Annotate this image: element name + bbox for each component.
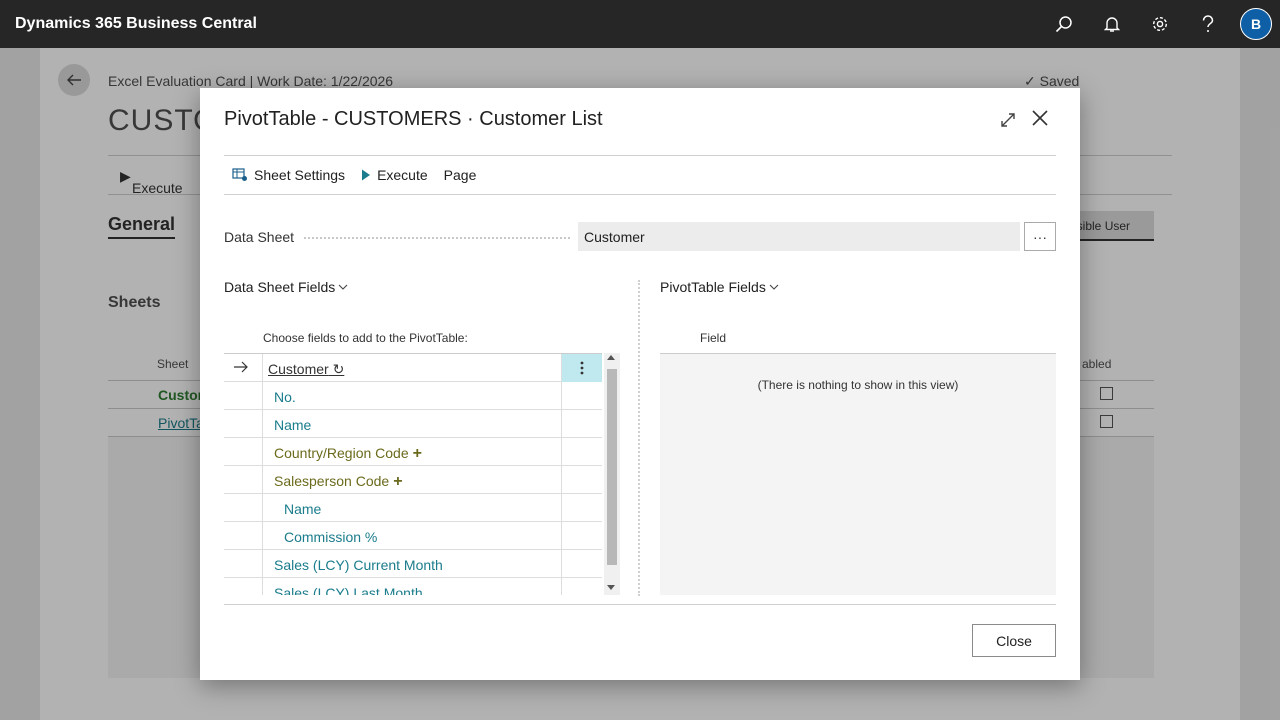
sheet-settings-icon — [232, 168, 247, 181]
arrow-right-icon — [234, 361, 248, 373]
row-selector[interactable] — [224, 494, 263, 522]
settings-button[interactable] — [1136, 0, 1184, 48]
dialog-action-bar: Sheet Settings Execute Page — [224, 155, 1056, 195]
gear-icon — [1152, 16, 1168, 32]
dialog-footer-divider — [224, 604, 1056, 605]
field-label[interactable]: Sales (LCY) Last Month — [274, 585, 423, 595]
help-icon — [1202, 15, 1214, 32]
scroll-down-icon[interactable] — [607, 585, 615, 590]
choose-fields-hint: Choose fields to add to the PivotTable: — [263, 331, 468, 345]
empty-view-message: (There is nothing to show in this view) — [757, 378, 959, 392]
row-menu-cell — [561, 466, 602, 494]
field-label[interactable]: Salesperson Code + — [274, 473, 403, 491]
row-menu-cell — [561, 550, 602, 578]
field-label-text: No. — [274, 389, 296, 405]
table-name-link[interactable]: Customer ↻ — [268, 361, 344, 378]
sheet-settings-action[interactable]: Sheet Settings — [224, 156, 353, 194]
scroll-thumb[interactable] — [607, 369, 617, 565]
field-label-text: Salesperson Code — [274, 473, 390, 489]
field-row[interactable]: Country/Region Code + — [224, 438, 602, 466]
more-vertical-icon — [580, 361, 584, 375]
field-label[interactable]: No. — [274, 389, 296, 405]
table-header-row[interactable]: Customer ↻ — [224, 354, 602, 382]
row-selector[interactable] — [224, 466, 263, 494]
row-selector[interactable] — [224, 438, 263, 466]
row-selector[interactable] — [224, 522, 263, 550]
dialog-title: PivotTable - CUSTOMERS · Customer List — [224, 108, 603, 130]
sheet-settings-label: Sheet Settings — [254, 167, 346, 183]
pivot-field-column-header: Field — [700, 331, 727, 345]
field-row[interactable]: Salesperson Code + — [224, 466, 602, 494]
execute-action[interactable]: Execute — [353, 156, 436, 194]
field-row[interactable]: Name — [224, 410, 602, 438]
pivot-fields-table: (There is nothing to show in this view) — [660, 353, 1056, 595]
row-selector[interactable] — [224, 410, 263, 438]
expand-plus-icon[interactable]: + — [413, 445, 422, 462]
play-icon — [362, 169, 371, 181]
field-row[interactable]: Name — [224, 494, 602, 522]
bell-icon — [1104, 17, 1120, 32]
row-menu-cell — [561, 578, 602, 595]
field-label-text: Commission % — [284, 529, 378, 545]
row-menu-button[interactable] — [561, 354, 602, 382]
field-label-text: Sales (LCY) Current Month — [274, 557, 443, 573]
close-icon — [1032, 110, 1048, 126]
field-label[interactable]: Sales (LCY) Current Month — [274, 557, 443, 573]
scroll-up-icon[interactable] — [607, 355, 615, 360]
field-label-text: Sales (LCY) Last Month — [274, 585, 423, 595]
page-label: Page — [443, 167, 477, 183]
notifications-button[interactable] — [1088, 0, 1136, 48]
data-sheet-fields-header[interactable]: Data Sheet Fields — [224, 279, 348, 295]
app-bar: Dynamics 365 Business Central B — [0, 0, 1280, 48]
dialog-close-button[interactable] — [1028, 106, 1052, 130]
app-title: Dynamics 365 Business Central — [15, 15, 257, 32]
row-selector[interactable] — [224, 550, 263, 578]
row-selector[interactable] — [224, 354, 263, 382]
field-row[interactable]: Commission % — [224, 522, 602, 550]
field-row[interactable]: Sales (LCY) Last Month — [224, 578, 602, 595]
table-name-label: Customer — [268, 361, 329, 377]
row-menu-cell — [561, 382, 602, 410]
help-button[interactable] — [1184, 0, 1232, 48]
search-button[interactable] — [1040, 0, 1088, 48]
data-sheet-fields-list: Customer ↻ No. Name Country/Region Code + Sa… — [224, 353, 602, 595]
field-label[interactable]: Commission % — [284, 529, 377, 545]
fields-scrollbar[interactable] — [604, 353, 620, 595]
row-menu-cell — [561, 494, 602, 522]
field-label-text: Name — [274, 417, 312, 433]
field-label[interactable]: Country/Region Code + — [274, 445, 422, 463]
page-action[interactable]: Page — [436, 156, 485, 194]
row-selector[interactable] — [224, 578, 263, 595]
field-label-text: Name — [284, 501, 322, 517]
field-row[interactable]: Sales (LCY) Current Month — [224, 550, 602, 578]
pivot-fields-title: PivotTable Fields — [660, 279, 766, 295]
field-label-text: Country/Region Code — [274, 445, 409, 461]
row-menu-cell — [561, 410, 602, 438]
expand-button[interactable] — [996, 108, 1020, 132]
avatar[interactable]: B — [1240, 8, 1272, 40]
section-divider — [638, 280, 640, 596]
row-menu-cell — [561, 522, 602, 550]
data-sheet-label: Data Sheet — [224, 229, 295, 245]
chevron-down-icon — [769, 284, 779, 290]
row-selector[interactable] — [224, 382, 263, 410]
expand-icon — [1001, 113, 1015, 127]
execute-label: Execute — [377, 167, 428, 183]
expand-plus-icon[interactable]: + — [393, 473, 402, 490]
chevron-down-icon — [338, 284, 348, 290]
pivot-fields-header[interactable]: PivotTable Fields — [660, 279, 779, 295]
search-icon — [1055, 16, 1072, 33]
close-button[interactable]: Close — [972, 624, 1056, 657]
field-leader-dots — [304, 237, 570, 239]
data-sheet-lookup-button[interactable]: ··· — [1024, 222, 1056, 251]
field-label[interactable]: Name — [274, 417, 311, 433]
field-row[interactable]: No. — [224, 382, 602, 410]
field-label[interactable]: Name — [284, 501, 321, 517]
data-sheet-fields-title: Data Sheet Fields — [224, 279, 336, 295]
data-sheet-field[interactable]: Customer — [578, 222, 1020, 251]
row-menu-cell — [561, 438, 602, 466]
pivot-table-dialog: PivotTable - CUSTOMERS · Customer List S… — [200, 88, 1080, 680]
